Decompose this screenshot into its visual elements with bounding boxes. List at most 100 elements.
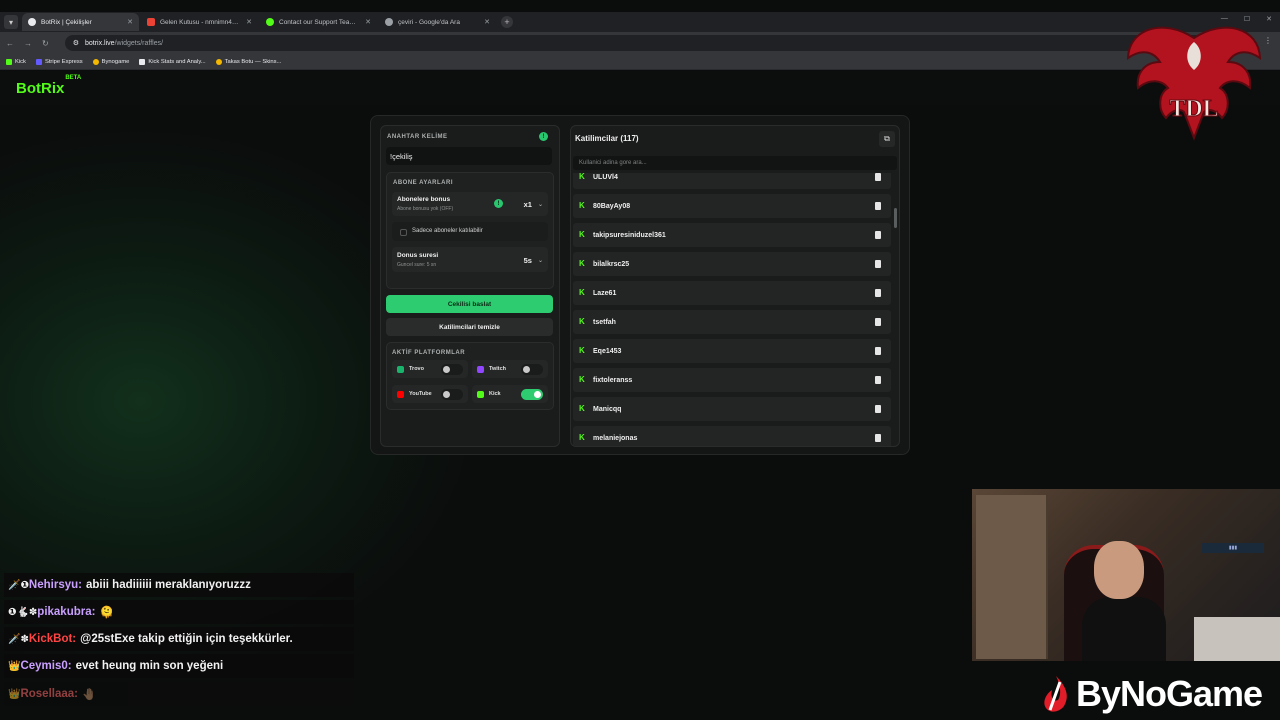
stripe-icon [35,58,42,65]
url-field[interactable]: ⚙ botrix.live/widgets/raffles/ [64,35,1205,51]
tab-kick-support[interactable]: Contact our Support Team | Ki ✕ [260,13,377,31]
subscriber-bonus-subtitle: Abone bonusu yok (OFF) [397,206,454,212]
chat-message: 👑 Ceymis0: evet heung min son yeğeni [4,654,354,678]
keyword-info-icon[interactable]: ! [539,132,548,141]
twitch-toggle[interactable] [521,364,543,375]
chat-username: pikakubra [37,606,92,618]
tab-botrix[interactable]: BotRix | Çekilişler ✕ [22,13,139,31]
forward-icon[interactable]: → [24,39,32,48]
menu-kebab-icon[interactable]: ⋮ [1264,36,1272,45]
twitch-icon [477,365,484,373]
chat-badges-icon: 🗡️❶ [8,579,29,591]
participant-row: K Laze61 [573,281,891,305]
bonus-multiplier-value: x1 [523,200,532,209]
participant-name: melaniejonas [593,434,638,442]
new-tab-button[interactable]: + [501,16,513,28]
platform-trovo: Trovo [392,360,468,378]
duration-select[interactable]: 5s ⌄ [524,256,543,265]
participant-row: K Eqe1453 [573,339,891,363]
participant-name: takipsuresiniduzel361 [593,231,666,239]
chat-message: 👑 Rosellaaa: 🤚🏽 [4,682,354,706]
trash-icon[interactable] [875,202,881,210]
address-bar-row: ← → ↻ ⚙ botrix.live/widgets/raffles/ ☆ ◧… [0,32,1280,54]
botrix-favicon-icon [28,18,36,26]
participant-row: Kmelaniejonas [573,426,891,446]
tab-title: BotRix | Çekilişler [41,18,92,26]
site-info-icon[interactable]: ⚙ [73,39,79,47]
tab-gmail[interactable]: Gelen Kutusu - nmnimn45@gm ✕ [141,13,258,31]
close-tab-icon[interactable]: ✕ [246,18,252,26]
platform-label: Trovo [409,366,424,372]
tab-google[interactable]: çeviri - Google'da Ara ✕ [379,13,496,31]
rgb-light-strip: ▮▮▮ [1202,543,1264,553]
bookmark-kick[interactable]: Kick [6,58,26,65]
only-subscribers-label: Sadece aboneler katılabilir [412,228,483,234]
bookmark-bynogame[interactable]: Bynogame [92,58,130,65]
chat-badges-icon: ❶🐇✽ [8,606,38,618]
only-subscribers-checkbox[interactable] [400,229,407,236]
participants-scrollbar[interactable] [894,186,897,444]
close-tab-icon[interactable]: ✕ [484,18,490,26]
start-raffle-button[interactable]: Cekilisi baslat [386,295,553,313]
tab-title: Gelen Kutusu - nmnimn45@gm [160,18,241,26]
chat-username: Nehirsyu [28,579,79,591]
keyword-input[interactable]: !çekiliş [386,147,552,165]
trash-icon[interactable] [875,231,881,239]
subscriber-bonus-row: Abonelere bonus Abone bonusu yok (OFF) !… [392,192,548,216]
bookmark-takas-botu[interactable]: Takas Botu — Skins... [215,58,282,65]
participant-name: ULUVİ4 [593,173,618,181]
back-icon[interactable]: ← [6,39,14,48]
bookmark-label: Kick Stats and Analy... [148,58,206,65]
participant-name: bilalkrsc25 [593,260,630,268]
kick-icon: K [579,346,585,355]
close-tab-icon[interactable]: ✕ [127,18,133,26]
takas-icon [215,58,222,65]
clear-participants-button[interactable]: Katilimcilari temizle [386,318,553,336]
trash-icon[interactable] [875,260,881,268]
chat-message: ❶🐇✽ pikakubra: 🫠 [4,600,354,624]
kick-icon [6,58,12,65]
youtube-toggle[interactable] [441,389,463,400]
trash-icon[interactable] [875,405,881,413]
trash-icon[interactable] [875,376,881,384]
duration-subtitle: Guncel sure: 5 sn [397,262,437,268]
kick-icon: K [579,230,585,239]
trovo-toggle[interactable] [441,364,463,375]
bonus-multiplier-select[interactable]: x1 ⌄ [524,200,543,209]
bynogame-sponsor-logo: ByNoGame [1040,668,1280,720]
trash-icon[interactable] [875,289,881,297]
subscriber-settings-label: ABONE AYARLARI [393,180,454,186]
active-platforms-box: AKTİF PLATFORMLAR Trovo Twitch YouTube K… [386,342,554,410]
participant-search-input[interactable]: Kullanici adina gore ara... [573,156,897,170]
tab-search-button[interactable]: ▾ [4,15,18,29]
trash-icon[interactable] [875,318,881,326]
bookmark-label: Takas Botu — Skins... [224,58,282,65]
bookmark-label: Bynogame [101,58,130,65]
chat-message-text: evet heung min son yeğeni [75,660,224,672]
kick-icon: K [579,288,585,297]
kick-toggle[interactable] [521,389,543,400]
chat-message-text: abiii hadiiiiii meraklanıyoruzzz [85,579,251,591]
trash-icon[interactable] [875,347,881,355]
trash-icon[interactable] [875,173,881,181]
participant-row: K 80BayAy08 [573,194,891,218]
only-subscribers-row[interactable]: Sadece aboneler katılabilir [392,222,548,241]
platform-label: Kick [489,391,501,397]
kick-favicon-icon [266,18,274,26]
bookmark-kick-stats[interactable]: Kick Stats and Analy... [139,58,206,65]
copy-icon[interactable]: ⧉ [879,131,895,147]
duration-value: 5s [523,256,532,265]
reload-icon[interactable]: ↻ [42,39,49,48]
botrix-logo[interactable]: BotRixBETA [16,75,81,97]
participant-row: K ULUVİ4 [573,173,891,189]
close-window-icon[interactable]: ✕ [1266,15,1272,23]
bookmark-stripe[interactable]: Stripe Express [35,58,83,65]
bonus-info-icon[interactable]: ! [494,199,503,208]
close-tab-icon[interactable]: ✕ [365,18,371,26]
platform-kick: Kick [472,385,548,403]
trash-icon[interactable] [875,434,881,442]
participants-title: Katilimcilar (117) [575,134,639,143]
chat-message-text: 🫠 [99,607,114,619]
platform-label: YouTube [409,391,432,397]
tab-title: çeviri - Google'da Ara [398,18,460,26]
